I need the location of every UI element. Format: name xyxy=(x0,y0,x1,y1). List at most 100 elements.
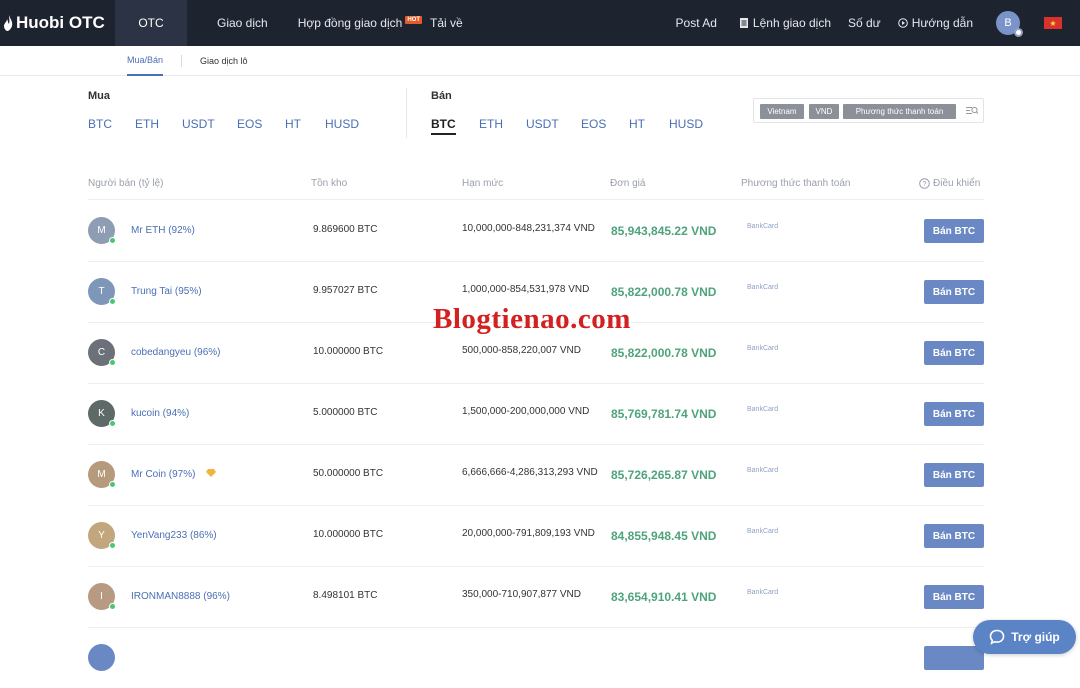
nav-trade[interactable]: Giao dịch xyxy=(217,16,268,30)
payment-badge: BankCard xyxy=(747,284,779,291)
seller-name[interactable]: Mr ETH (92%) xyxy=(131,225,195,236)
stock-value: 50.000000 BTC xyxy=(313,468,384,479)
limit-value: 1,500,000-200,000,000 VND xyxy=(462,406,590,417)
seller-avatar[interactable]: T xyxy=(88,278,116,305)
orders-link[interactable]: Lệnh giao dịch xyxy=(739,16,831,30)
huobi-flame-icon xyxy=(4,15,13,31)
price-value: 85,822,000.78 VND xyxy=(611,346,717,360)
header-action-label: Điều khiển xyxy=(933,178,981,189)
price-value: 85,822,000.78 VND xyxy=(611,285,717,299)
seller-name[interactable]: kucoin (94%) xyxy=(131,408,189,419)
buy-coin-eos[interactable]: EOS xyxy=(237,117,262,131)
nav-contract-label: Hợp đồng giao dịch xyxy=(297,16,403,30)
payment-badge: BankCard xyxy=(747,589,779,596)
sell-coin-ht[interactable]: HT xyxy=(629,117,645,131)
sell-btc-button[interactable]: Bán BTC xyxy=(924,524,984,548)
sub-navbar: Mua/Bán Giao dịch lô xyxy=(0,46,1080,76)
limit-value: 10,000,000-848,231,374 VND xyxy=(462,223,595,234)
vietnam-flag-icon[interactable]: ★ xyxy=(1044,17,1062,29)
table-row: I IRONMAN8888 (96%) 8.498101 BTC 350,000… xyxy=(0,566,1080,627)
payment-badge: BankCard xyxy=(747,406,779,413)
help-circle-icon[interactable]: ? xyxy=(919,178,930,189)
price-value: 85,769,781.74 VND xyxy=(611,407,717,421)
buy-coin-btc[interactable]: BTC xyxy=(88,117,112,131)
sell-coin-eos[interactable]: EOS xyxy=(581,117,606,131)
seller-avatar[interactable]: M xyxy=(88,217,116,244)
payment-badge: BankCard xyxy=(747,528,779,535)
buy-coin-ht[interactable]: HT xyxy=(285,117,301,131)
buy-coin-usdt[interactable]: USDT xyxy=(182,117,215,131)
logo[interactable]: Huobi OTC xyxy=(0,0,115,46)
header-payment: Phương thức thanh toán xyxy=(741,178,851,189)
search-filter-icon[interactable] xyxy=(965,104,979,118)
seller-name[interactable]: Mr Coin (97%) xyxy=(131,469,217,480)
sell-btc-button[interactable]: Bán BTC xyxy=(924,402,984,426)
help-label: Trợ giúp xyxy=(1011,630,1060,644)
table-row: M Mr Coin (97%) 50.000000 BTC 6,666,666-… xyxy=(0,444,1080,505)
guide-link[interactable]: Hướng dẫn xyxy=(897,16,973,30)
nav-download[interactable]: Tải về xyxy=(430,16,463,30)
seller-name[interactable]: IRONMAN8888 (96%) xyxy=(131,591,230,602)
header-price: Đơn giá xyxy=(610,178,646,189)
balance-link[interactable]: Số dư xyxy=(848,16,881,30)
online-dot xyxy=(109,298,116,305)
sell-coin-husd[interactable]: HUSD xyxy=(669,117,703,131)
header-stock: Tồn kho xyxy=(311,178,348,189)
seller-name[interactable]: YenVang233 (86%) xyxy=(131,530,217,541)
filter-payment-method[interactable]: Phương thức thanh toán xyxy=(843,104,956,119)
nav-otc[interactable]: OTC xyxy=(115,0,187,46)
table-row-partial xyxy=(0,627,1080,688)
filter-box: Vietnam VND Phương thức thanh toán xyxy=(753,98,984,123)
seller-name[interactable]: cobedangyeu (96%) xyxy=(131,347,221,358)
online-dot xyxy=(109,420,116,427)
payment-badge: BankCard xyxy=(747,223,779,230)
seller-name[interactable]: Trung Tai (95%) xyxy=(131,286,202,297)
limit-value: 500,000-858,220,007 VND xyxy=(462,345,581,356)
user-avatar[interactable]: B xyxy=(996,11,1023,37)
seller-avatar[interactable]: Y xyxy=(88,522,116,549)
post-ad-link[interactable]: Post Ad xyxy=(676,16,717,30)
seller-avatar-letter: Y xyxy=(98,530,105,541)
table-row: Y YenVang233 (86%) 10.000000 BTC 20,000,… xyxy=(0,505,1080,566)
svg-text:?: ? xyxy=(923,181,927,188)
sell-btc-button-partial[interactable] xyxy=(924,646,984,670)
sell-coin-usdt[interactable]: USDT xyxy=(526,117,559,131)
subnav-divider xyxy=(181,55,182,67)
nav-contract[interactable]: Hợp đồng giao dịch HOT xyxy=(298,16,422,30)
limit-value: 1,000,000-854,531,978 VND xyxy=(462,284,590,295)
seller-avatar[interactable]: M xyxy=(88,461,116,488)
sell-btc-button[interactable]: Bán BTC xyxy=(924,341,984,365)
seller-avatar[interactable]: K xyxy=(88,400,116,427)
buy-coin-eth[interactable]: ETH xyxy=(135,117,159,131)
orders-label: Lệnh giao dịch xyxy=(752,16,831,30)
filter-currency[interactable]: VND xyxy=(809,104,839,119)
chat-bubble-icon xyxy=(989,629,1005,645)
diamond-badge-icon xyxy=(206,469,217,477)
stock-value: 9.957027 BTC xyxy=(313,285,378,296)
seller-avatar-letter: K xyxy=(98,408,105,419)
tab-buy-sell[interactable]: Mua/Bán xyxy=(127,46,164,76)
filter-country[interactable]: Vietnam xyxy=(760,104,804,119)
document-icon xyxy=(739,18,748,28)
guide-label: Hướng dẫn xyxy=(911,16,973,30)
sell-coin-btc[interactable]: BTC xyxy=(431,117,456,135)
sell-btc-button[interactable]: Bán BTC xyxy=(924,463,984,487)
help-chat-button[interactable]: Trợ giúp xyxy=(973,620,1076,654)
price-value: 85,943,845.22 VND xyxy=(611,224,717,238)
sell-btc-button[interactable]: Bán BTC xyxy=(924,280,984,304)
seller-avatar[interactable]: I xyxy=(88,583,116,610)
sell-coin-eth[interactable]: ETH xyxy=(479,117,503,131)
sell-btc-button[interactable]: Bán BTC xyxy=(924,219,984,243)
seller-avatar[interactable] xyxy=(88,644,115,671)
buy-coin-husd[interactable]: HUSD xyxy=(325,117,359,131)
online-dot xyxy=(109,481,116,488)
tab-batch-trade[interactable]: Giao dịch lô xyxy=(200,46,248,76)
price-value: 83,654,910.41 VND xyxy=(611,590,717,604)
seller-name-label: Mr Coin (97%) xyxy=(131,469,196,480)
table-row: K kucoin (94%) 5.000000 BTC 1,500,000-20… xyxy=(0,383,1080,444)
sell-btc-button[interactable]: Bán BTC xyxy=(924,585,984,609)
seller-avatar-letter: M xyxy=(97,469,106,480)
top-navbar: Huobi OTC OTC Giao dịch Hợp đồng giao dị… xyxy=(0,0,1080,46)
online-dot xyxy=(109,542,116,549)
seller-avatar[interactable]: C xyxy=(88,339,116,366)
